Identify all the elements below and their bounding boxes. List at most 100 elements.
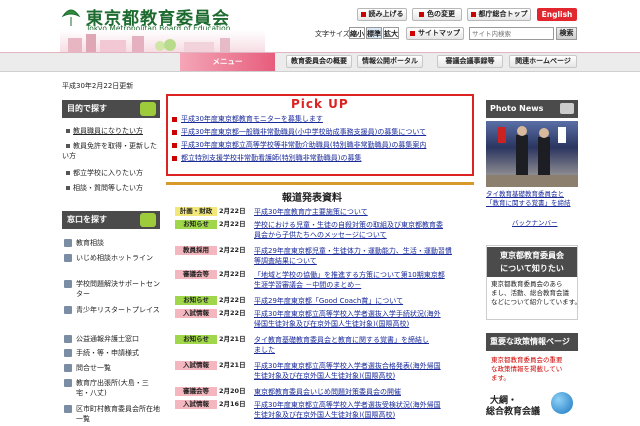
press-link-line-2[interactable]: ました [254, 345, 469, 355]
press-date: 2月22日 [219, 296, 246, 304]
color-change-button[interactable]: 色の変更 [412, 8, 462, 21]
red-square-icon [172, 116, 177, 122]
press-link[interactable]: 平成30年度東京都立高等学校入学者選抜入学手続状況(海外 [254, 309, 469, 319]
sidebar-item-municipal[interactable]: 区市町村教育委員会所在地一覧 [76, 404, 160, 424]
doc-icon [64, 254, 72, 262]
category-tag: お知らせ [175, 296, 217, 305]
sidebar-item-label: 教員職員になりたい方 [73, 127, 143, 135]
press-link-line-2[interactable]: 員会から子供たちへのメッセージについて [254, 230, 469, 240]
press-date: 2月21日 [219, 361, 246, 369]
press-link-line-2[interactable]: 等調査結果について [254, 256, 469, 266]
sidebar-item-label: 相談・質問等したい方 [73, 184, 143, 192]
bullet-icon [66, 170, 70, 175]
red-square-icon [172, 155, 177, 161]
red-square-icon [419, 11, 424, 17]
purpose-search-header: 目的で探す [62, 100, 160, 118]
sidebar-item-bully-hotline[interactable]: いじめ相談ホットライン [76, 253, 160, 263]
press-link[interactable]: 平成29年度東京都児童・生徒体力・運動能力、生活・運動習慣 [254, 246, 469, 256]
press-link[interactable]: 平成30年度東京都立高等学校入学者選抜合格発表(海外帰国 [254, 361, 469, 371]
press-link[interactable]: 学校における児童・生徒の自殺対策の取組及び東京都教育委 [254, 220, 469, 230]
category-tag: 審議会等 [175, 387, 217, 396]
press-link[interactable]: 「地域と学校の協働」を推進する方策について第10期東京都 [254, 270, 469, 280]
sidebar-item-consult[interactable]: 相談・質問等したい方 [62, 183, 162, 193]
leaf-icon [140, 102, 156, 116]
english-button[interactable]: English [537, 8, 577, 21]
press-date: 2月21日 [219, 335, 246, 343]
press-link[interactable]: 平成29年度東京都「Good Coach賞」について [254, 296, 469, 306]
press-link[interactable]: 平成30年度教育庁主要施策について [254, 207, 469, 217]
category-tag: 入試情報 [175, 361, 217, 370]
doc-icon [64, 349, 72, 357]
press-date: 2月22日 [219, 246, 246, 254]
nav-item-overview[interactable]: 教育委員会の概要 [286, 55, 352, 68]
pickup-title: Pick UP [291, 97, 349, 111]
search-input[interactable] [469, 27, 554, 40]
pickup-item[interactable]: 平成30年度東京都教育モニターを募集します [172, 115, 323, 124]
press-link-line-2[interactable]: 生涯学習審議会 －中間のまとめ－ [254, 280, 469, 290]
board-title-line-2: について知りたい [500, 264, 564, 273]
nav-item-disclosure[interactable]: 情報公開ポータル [357, 55, 423, 68]
sitemap-button[interactable]: サイトマップ [406, 27, 464, 40]
press-link[interactable]: 平成30年度東京都立高等学校入学者選抜受検状況(海外帰国 [254, 400, 469, 410]
nav-item-minutes[interactable]: 審議会議事録等 [437, 55, 503, 68]
photo-caption-1[interactable]: タイ教育基礎教育委員会と [486, 190, 578, 199]
red-square-icon [172, 142, 177, 148]
sidebar-item-counsel[interactable]: 教育相談 [76, 238, 176, 248]
policy-info-header[interactable]: 重要な政策情報ページ [486, 333, 578, 351]
category-tag: お知らせ [175, 220, 217, 229]
search-button[interactable]: 検索 [556, 27, 577, 40]
pickup-item[interactable]: 都立特別支援学校非常勤看護師(特別職非常勤職員)の募集 [172, 154, 361, 163]
tokyo-ginkgo-logo-icon [61, 9, 81, 26]
pickup-item[interactable]: 平成30年度東京都立高等学校等非常勤介助職員(特別職非常勤職員)の募集案内 [172, 141, 426, 150]
sidebar-item-restart[interactable]: 青少年リスタートプレイス [76, 305, 160, 315]
doc-icon [64, 280, 72, 288]
press-link-line-2[interactable]: 生徒対象及び在京外国人生徒対象)(国際高校) [254, 410, 469, 420]
press-date: 2月22日 [219, 207, 246, 215]
doc-icon [64, 405, 72, 413]
globe-icon [551, 392, 573, 414]
pickup-item[interactable]: 平成30年度東京都一般職非常勤職員(小中学校助成事務支援員)の募集について [172, 128, 426, 137]
photo-news-header: Photo News [486, 100, 578, 118]
read-aloud-label: 読み上げる [368, 10, 404, 18]
sidebar-item-contacts[interactable]: 問合せ一覧 [76, 363, 176, 373]
font-standard-button[interactable]: 標準 [366, 27, 382, 39]
backnumber-link[interactable]: バックナンバー [512, 219, 604, 228]
photo-news-title: Photo News [490, 104, 544, 113]
photo-caption-2[interactable]: 「教育に関する覚書」を締結 [486, 199, 578, 208]
read-aloud-button[interactable]: 読み上げる [357, 8, 407, 21]
menu-tab[interactable]: メニュー [180, 53, 275, 71]
font-large-button[interactable]: 拡大 [383, 27, 399, 39]
board-info-header[interactable]: 東京都教育委員会 について知りたい [487, 247, 577, 277]
sidebar-item-license[interactable]: 教員免許を取得・更新したい方 [62, 141, 158, 161]
doc-icon [64, 335, 72, 343]
doc-icon [64, 239, 72, 247]
sidebar-item-support-center[interactable]: 学校問題解決サポートセンター [76, 279, 160, 299]
sidebar-item-label: 都立学校に入りたい方 [73, 169, 143, 177]
sidebar-item-branch[interactable]: 教育庁出張所(大島・三宅・八丈) [76, 378, 160, 398]
metro-top-button[interactable]: 都庁総合トップ [467, 8, 531, 21]
press-link[interactable]: 東京都教育委員会いじめ問題対策委員会の開催 [254, 387, 469, 397]
press-date: 2月16日 [219, 400, 246, 408]
window-search-title: 窓口を探す [67, 215, 107, 224]
press-link[interactable]: タイ教育基礎教育委員会と教育に関する覚書」を締結し [254, 335, 469, 345]
nav-item-related[interactable]: 関連ホームページ [509, 55, 577, 68]
sidebar-item-school[interactable]: 都立学校に入りたい方 [62, 168, 162, 178]
press-link-line-2[interactable]: 帰国生徒対象及び在京外国人生徒対象)(国際高校) [254, 319, 469, 329]
board-desc-3: などについて紹介しています。 [491, 298, 581, 306]
window-search-header: 窓口を探す [62, 211, 160, 229]
sidebar-item-forms[interactable]: 手続・等・申請様式 [76, 348, 176, 358]
sidebar-item-lawyer[interactable]: 公益通報弁護士窓口 [76, 334, 176, 344]
updated-date: 平成30年2月22日更新 [62, 82, 134, 90]
category-tag: 教員採用 [175, 246, 217, 255]
press-link-line-2[interactable]: 生徒対象及び在京外国人生徒対象)(国際高校) [254, 371, 469, 381]
red-square-icon [360, 11, 366, 17]
font-small-button[interactable]: 縮小 [349, 27, 365, 39]
color-change-label: 色の変更 [427, 10, 455, 18]
photo-news-image[interactable] [486, 121, 578, 187]
category-tag: 審議会等 [175, 270, 217, 279]
red-square-icon [470, 11, 476, 17]
metro-top-label: 都庁総合トップ [478, 10, 528, 18]
sidebar-item-teacher[interactable]: 教員職員になりたい方 [62, 126, 162, 136]
doc-icon [64, 364, 72, 372]
policy-desc-3: ます。 [491, 374, 510, 382]
